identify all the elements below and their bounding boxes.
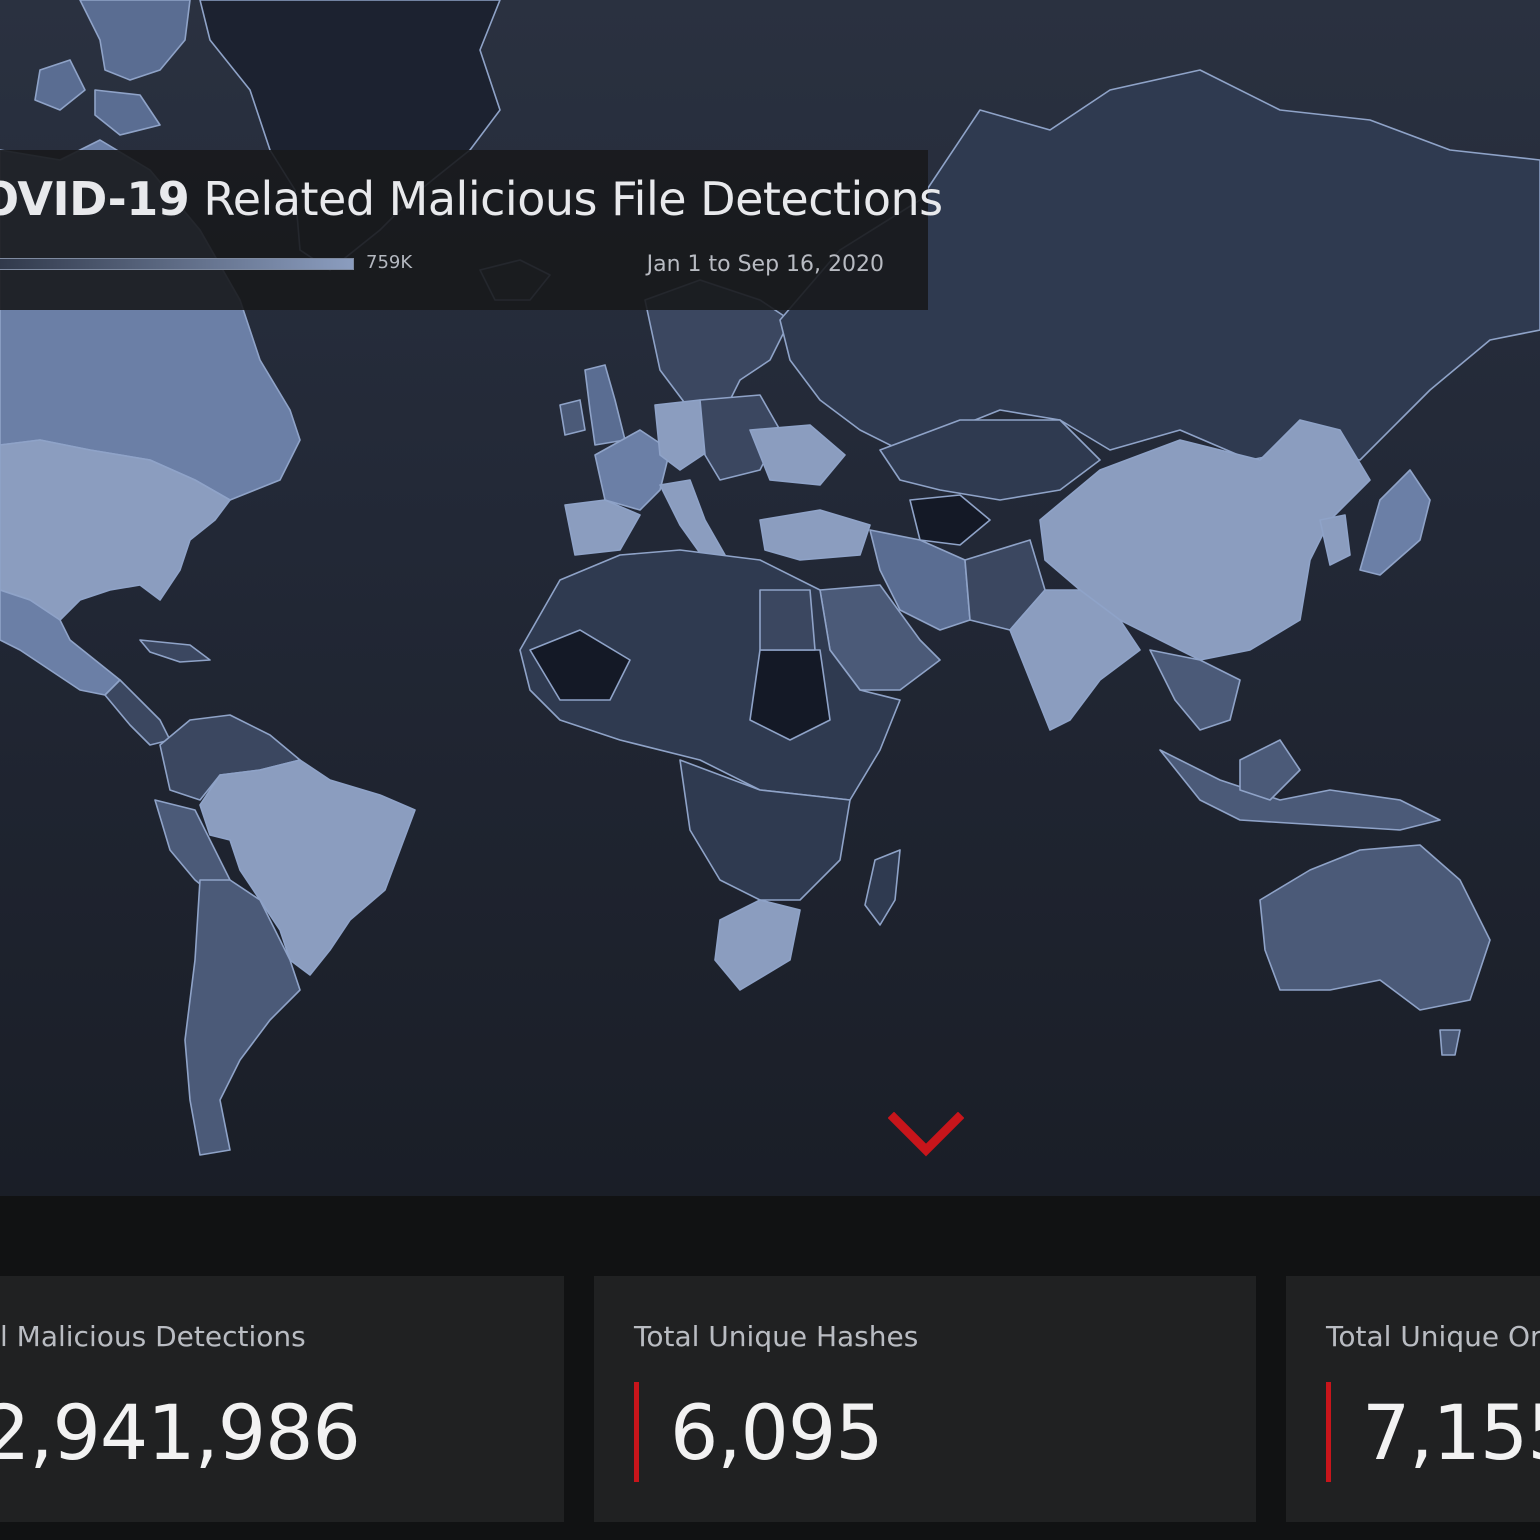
country-canada-islands-3[interactable] <box>94 89 161 136</box>
stat-card-unique-hashes: Total Unique Hashes 6,095 <box>594 1276 1256 1522</box>
country-tasmania[interactable] <box>1439 1029 1461 1056</box>
country-korea[interactable] <box>1319 514 1351 566</box>
title-bold: OVID-19 <box>0 172 190 226</box>
country-canada-islands[interactable] <box>79 0 191 81</box>
stat-value: 2,941,986 <box>0 1388 361 1477</box>
country-canada-islands-2[interactable] <box>34 59 86 111</box>
chevron-down-icon[interactable] <box>888 1112 964 1160</box>
country-australia[interactable] <box>1259 844 1491 1011</box>
stat-accent-bar <box>1326 1382 1331 1482</box>
country-central-america[interactable] <box>104 679 171 746</box>
stat-value: 6,095 <box>670 1388 884 1477</box>
country-cuba[interactable] <box>139 639 211 663</box>
country-ireland[interactable] <box>559 399 586 436</box>
stat-accent-bar <box>634 1382 639 1482</box>
country-japan[interactable] <box>1359 469 1431 576</box>
country-turkmenistan[interactable] <box>909 494 991 546</box>
stat-value: 7,155 <box>1362 1388 1540 1477</box>
stat-card-unique-orgs: Total Unique Org 7,155 <box>1286 1276 1540 1522</box>
dashboard-page: OVID-19 Related Malicious File Detection… <box>0 0 1540 1540</box>
country-spain[interactable] <box>564 499 641 556</box>
stat-card-total-detections: l Malicious Detections 2,941,986 <box>0 1276 564 1522</box>
page-title: OVID-19 Related Malicious File Detection… <box>0 172 943 226</box>
country-italy[interactable] <box>659 479 726 561</box>
country-southeast-asia[interactable] <box>1149 649 1241 731</box>
country-egypt[interactable] <box>759 589 816 651</box>
country-indonesia[interactable] <box>1159 749 1441 831</box>
country-sudan[interactable] <box>749 649 831 741</box>
country-borneo[interactable] <box>1239 739 1301 801</box>
date-range-label: Jan 1 to Sep 16, 2020 <box>646 252 884 277</box>
legend-max-label: 759K <box>366 252 413 273</box>
stat-label: Total Unique Hashes <box>634 1320 919 1353</box>
legend-gradient-bar <box>0 258 354 270</box>
country-madagascar[interactable] <box>864 849 901 926</box>
country-south-africa[interactable] <box>714 899 801 991</box>
title-rest: Related Malicious File Detections <box>189 172 943 226</box>
stat-label: Total Unique Org <box>1326 1320 1540 1353</box>
stat-label: l Malicious Detections <box>0 1320 306 1353</box>
country-turkey[interactable] <box>759 509 871 561</box>
country-ukraine[interactable] <box>749 424 846 486</box>
title-panel: OVID-19 Related Malicious File Detection… <box>0 150 943 310</box>
country-uk[interactable] <box>584 364 626 446</box>
